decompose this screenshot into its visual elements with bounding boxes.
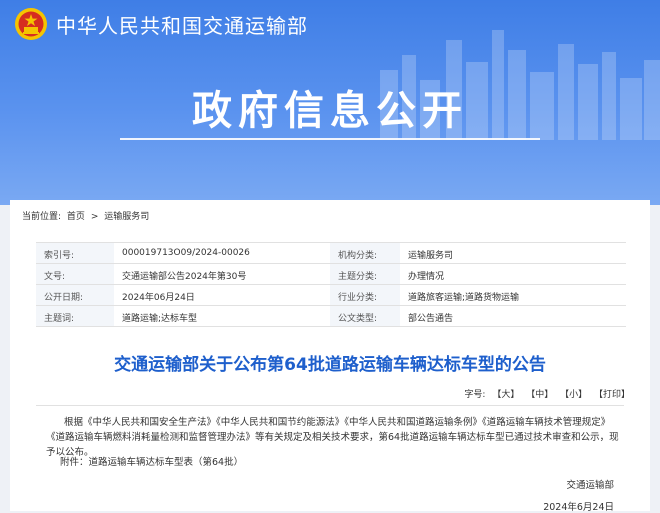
metadata-value: 道路旅客运输;道路货物运输 — [408, 293, 520, 303]
metadata-row: 索引号: 000019713O09/2024-00026 机构分类: 运输服务司 — [36, 243, 626, 264]
metadata-key: 主题分类: — [338, 272, 378, 282]
document-title: 交通运输部关于公布第64批道路运输车辆达标车型的公告 — [114, 355, 546, 375]
metadata-row: 文号: 交通运输部公告2024年第30号 主题分类: 办理情况 — [36, 264, 626, 285]
metadata-key: 行业分类: — [338, 293, 378, 303]
metadata-value: 交通运输部公告2024年第30号 — [122, 272, 247, 282]
metadata-key: 索引号: — [44, 251, 75, 261]
breadcrumb-home[interactable]: 首页 — [67, 212, 85, 222]
metadata-value: 2024年06月24日 — [122, 293, 195, 303]
metadata-table: 索引号: 000019713O09/2024-00026 机构分类: 运输服务司… — [36, 242, 626, 327]
font-size-toolbar: 字号: 【大】 【中】 【小】 【打印】 — [464, 387, 630, 400]
print-button[interactable]: 【打印】 — [594, 390, 630, 400]
font-small-button[interactable]: 【小】 — [560, 390, 587, 400]
breadcrumb-separator: > — [90, 212, 99, 222]
metadata-key: 主题词: — [44, 314, 75, 324]
font-large-button[interactable]: 【大】 — [492, 390, 519, 400]
metadata-value: 办理情况 — [408, 272, 445, 282]
metadata-key: 文号: — [44, 272, 66, 282]
ministry-name[interactable]: 中华人民共和国交通运输部 — [56, 10, 308, 39]
breadcrumb: 当前位置: 首页 > 运输服务司 — [22, 209, 152, 222]
metadata-key: 公开日期: — [44, 293, 84, 303]
national-emblem-icon — [15, 8, 47, 40]
breadcrumb-label: 当前位置: — [22, 212, 62, 222]
font-size-label: 字号: — [464, 390, 486, 400]
page-title: 政府信息公开 — [192, 88, 468, 134]
metadata-key: 机构分类: — [338, 251, 378, 261]
title-band: 政府信息公开 — [120, 86, 540, 140]
metadata-key: 公文类型: — [338, 314, 378, 324]
divider — [36, 405, 624, 406]
metadata-row: 公开日期: 2024年06月24日 行业分类: 道路旅客运输;道路货物运输 — [36, 285, 626, 306]
font-medium-button[interactable]: 【中】 — [526, 390, 553, 400]
metadata-value: 道路运输;达标车型 — [122, 314, 198, 324]
metadata-row: 主题词: 道路运输;达标车型 公文类型: 部公告通告 — [36, 306, 626, 327]
metadata-value: 运输服务司 — [408, 251, 454, 261]
signature-organization: 交通运输部 — [566, 480, 614, 491]
metadata-value: 部公告通告 — [408, 314, 454, 324]
page-header: 中华人民共和国交通运输部 政府信息公开 — [0, 0, 660, 205]
attachment-link[interactable]: 附件：道路运输车辆达标车型表（第64批） — [60, 454, 243, 468]
metadata-value: 000019713O09/2024-00026 — [122, 248, 250, 258]
content-card: 当前位置: 首页 > 运输服务司 索引号: 000019713O09/2024-… — [10, 200, 650, 513]
breadcrumb-current[interactable]: 运输服务司 — [104, 212, 149, 222]
title-underline — [120, 138, 540, 140]
